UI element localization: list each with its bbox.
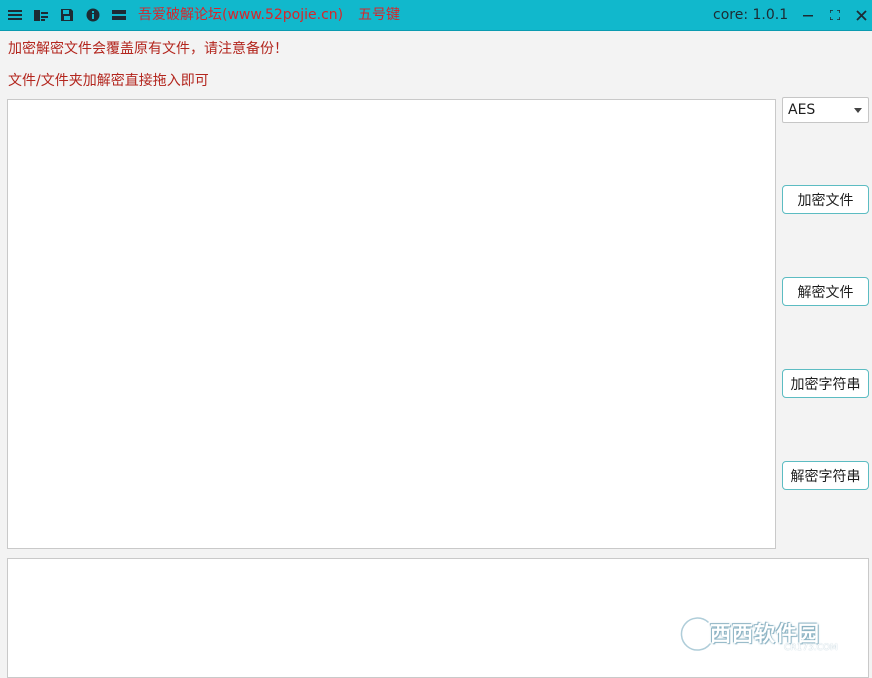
minimize-icon[interactable]	[798, 5, 818, 25]
folder-files-icon[interactable]	[32, 6, 50, 24]
author-link[interactable]: 五号键	[358, 6, 400, 24]
close-icon[interactable]	[851, 5, 871, 25]
overwrite-warning: 加密解密文件会覆盖原有文件，请注意备份！	[8, 41, 288, 57]
decrypt-file-button[interactable]: 解密文件	[782, 277, 869, 306]
chevron-down-icon	[854, 108, 862, 113]
output-textarea[interactable]	[7, 558, 869, 678]
list-icon[interactable]	[110, 6, 128, 24]
forum-link[interactable]: 吾爱破解论坛(www.52pojie.cn)	[138, 6, 343, 24]
algorithm-select[interactable]: AES	[782, 97, 869, 123]
maximize-icon[interactable]	[825, 5, 845, 25]
drag-hint: 文件/文件夹加解密直接拖入即可	[8, 73, 209, 89]
core-version-label: core: 1.0.1	[713, 7, 789, 23]
save-icon[interactable]	[58, 6, 76, 24]
menu-icon[interactable]	[6, 6, 24, 24]
encrypt-string-button[interactable]: 加密字符串	[782, 369, 869, 398]
input-textarea[interactable]	[7, 99, 776, 549]
info-icon[interactable]	[84, 6, 102, 24]
decrypt-string-button[interactable]: 解密字符串	[782, 461, 869, 490]
algorithm-selected-value: AES	[788, 102, 816, 118]
title-bar: 吾爱破解论坛(www.52pojie.cn) 五号键 core: 1.0.1	[0, 0, 872, 31]
encrypt-file-button[interactable]: 加密文件	[782, 185, 869, 214]
